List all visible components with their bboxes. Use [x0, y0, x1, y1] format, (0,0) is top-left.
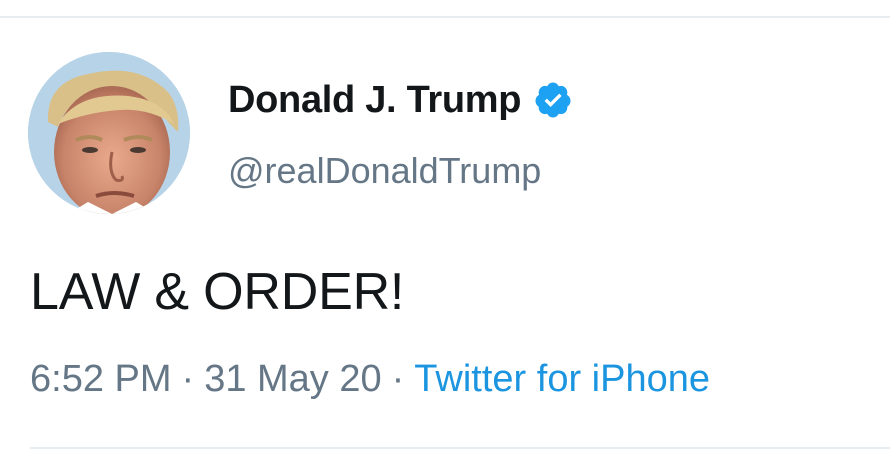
top-divider: [0, 16, 890, 18]
user-handle[interactable]: @realDonaldTrump: [228, 150, 541, 192]
tweet-source-link[interactable]: Twitter for iPhone: [414, 358, 710, 400]
display-name[interactable]: Donald J. Trump: [228, 79, 522, 122]
tweet-card: Donald J. Trump @realDonaldTrump LAW & O…: [0, 0, 890, 464]
avatar[interactable]: [28, 52, 190, 214]
display-name-row: Donald J. Trump: [228, 76, 573, 124]
bottom-divider: [30, 447, 890, 449]
avatar-photo-icon: [28, 52, 190, 214]
meta-separator: ·: [391, 358, 405, 400]
meta-separator: ·: [181, 358, 195, 400]
tweet-metadata: 6:52 PM · 31 May 20 · Twitter for iPhone: [30, 358, 710, 401]
tweet-date[interactable]: 31 May 20: [204, 358, 381, 400]
tweet-time[interactable]: 6:52 PM: [30, 358, 172, 400]
verified-badge-icon: [533, 80, 573, 120]
tweet-text: LAW & ORDER!: [30, 263, 405, 321]
